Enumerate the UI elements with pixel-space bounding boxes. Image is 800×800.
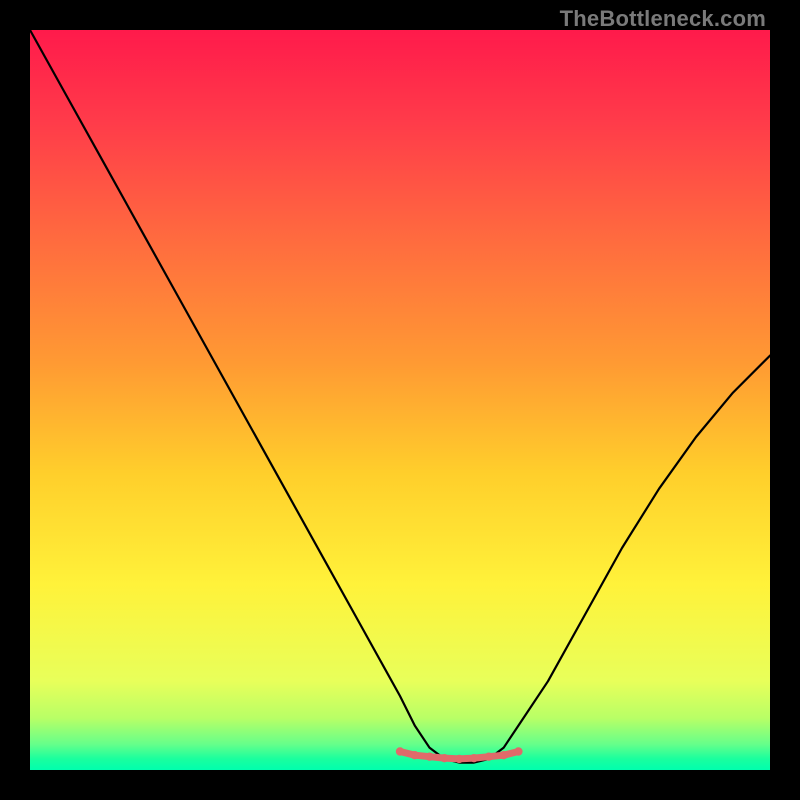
bottom-highlight-dots — [396, 747, 523, 763]
highlight-dot — [396, 747, 404, 755]
highlight-dot — [411, 751, 419, 759]
plot-area — [30, 30, 770, 770]
highlight-dot — [485, 752, 493, 760]
highlight-dot — [514, 747, 522, 755]
highlight-dot — [440, 754, 448, 762]
highlight-dot — [425, 752, 433, 760]
curve-layer — [30, 30, 770, 770]
watermark-text: TheBottleneck.com — [560, 6, 766, 32]
bottleneck-curve — [30, 30, 770, 763]
highlight-dot — [470, 754, 478, 762]
highlight-dot — [455, 755, 463, 763]
highlight-dot — [499, 751, 507, 759]
